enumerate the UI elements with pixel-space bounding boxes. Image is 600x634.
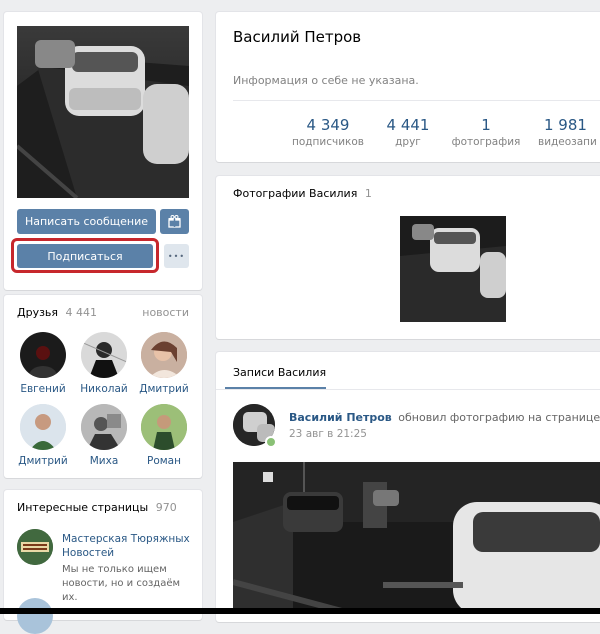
header-divider — [233, 100, 600, 101]
page-name[interactable]: Мастерская Тюряжных Новостей — [62, 532, 192, 560]
write-message-label: Написать сообщение — [24, 215, 149, 228]
stat-videos-label: видеозапи — [538, 136, 597, 148]
post-action-text: обновил фотографию на странице: — [398, 411, 600, 424]
wall-tab-label: Записи Василия — [233, 366, 327, 379]
friend-name[interactable]: Роман — [134, 455, 194, 467]
wall-tab[interactable]: Записи Василия — [233, 366, 326, 379]
more-dots-icon: ••• — [167, 251, 186, 261]
wall-tab-divider — [216, 389, 600, 390]
profile-about: Информация о себе не указана. — [233, 74, 419, 87]
gift-button[interactable] — [160, 209, 189, 234]
friend-name[interactable]: Дмитрий — [134, 383, 194, 395]
stat-followers-label: подписчиков — [292, 136, 364, 148]
friend-avatar[interactable] — [141, 404, 187, 450]
post-header: Василий Петров обновил фотографию на стр… — [289, 411, 600, 424]
friend-avatar[interactable] — [81, 404, 127, 450]
photo-thumbnail[interactable] — [400, 216, 506, 322]
profile-photo-image — [17, 26, 189, 198]
stat-videos[interactable]: 1 981 видеозапи — [538, 116, 600, 148]
more-actions-button[interactable]: ••• — [164, 244, 189, 268]
online-indicator — [265, 436, 277, 448]
stat-photos[interactable]: 1 фотография — [446, 116, 526, 148]
friend-avatar[interactable] — [81, 332, 127, 378]
stat-friends-label: друг — [395, 136, 421, 148]
profile-photo[interactable] — [17, 26, 189, 198]
post-author-name[interactable]: Василий Петров — [289, 411, 392, 424]
post-date[interactable]: 23 авг в 21:25 — [289, 428, 367, 440]
subscribe-button[interactable]: Подписаться — [17, 244, 153, 268]
interesting-pages-count: 970 — [155, 501, 177, 514]
gift-icon — [168, 215, 181, 228]
page-avatar-2[interactable] — [17, 598, 53, 634]
friends-count: 4 441 — [65, 306, 98, 319]
stat-followers[interactable]: 4 349 подписчиков — [288, 116, 368, 148]
stat-photos-label: фотография — [451, 136, 521, 148]
friends-news-link[interactable]: новости — [142, 306, 189, 319]
friend-name[interactable]: Дмитрий — [13, 455, 73, 467]
page-description: Мы не только ищем новости, но и создаём … — [62, 564, 181, 603]
post-photo[interactable] — [233, 462, 600, 614]
friend-name[interactable]: Николай — [74, 383, 134, 395]
interesting-pages-header: Интересные страницы 970 — [17, 501, 189, 514]
page-avatar[interactable] — [17, 529, 53, 565]
friends-title[interactable]: Друзья — [17, 306, 58, 319]
stat-photos-value: 1 — [481, 116, 491, 134]
friends-header: Друзья 4 441 новости — [17, 306, 189, 320]
stat-videos-value: 1 981 — [544, 116, 587, 134]
friend-avatar[interactable] — [20, 404, 66, 450]
stat-friends[interactable]: 4 441 друг — [368, 116, 448, 148]
friend-avatar[interactable] — [20, 332, 66, 378]
subscribe-label: Подписаться — [47, 249, 123, 263]
friend-avatar[interactable] — [141, 332, 187, 378]
profile-name: Василий Петров — [233, 28, 362, 46]
friend-name[interactable]: Евгений — [13, 383, 73, 395]
friend-name[interactable]: Миха — [74, 455, 134, 467]
photos-header: Фотографии Василия 1 — [233, 187, 372, 200]
stat-friends-value: 4 441 — [386, 116, 430, 134]
interesting-pages-title[interactable]: Интересные страницы — [17, 501, 148, 514]
photos-count: 1 — [364, 187, 372, 200]
photos-title[interactable]: Фотографии Василия — [233, 187, 357, 200]
write-message-button[interactable]: Написать сообщение — [17, 209, 156, 234]
stat-followers-value: 4 349 — [306, 116, 350, 134]
bottom-bar — [0, 608, 600, 614]
